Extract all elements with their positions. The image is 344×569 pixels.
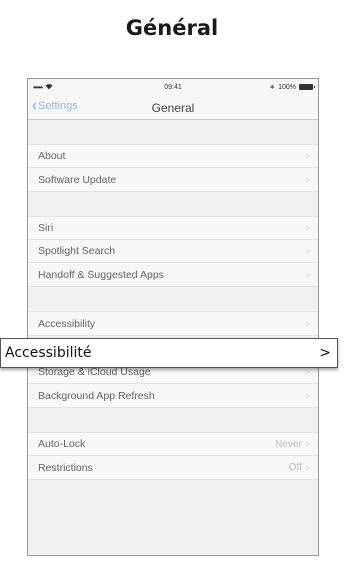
chevron-right-icon: > [319, 345, 331, 361]
row-background-refresh[interactable]: Background App Refresh > [28, 384, 318, 407]
phone-screen: ••••• 09:41 ∗ 100% ‹ Settings General Ab… [27, 78, 319, 556]
battery-percent: 100% [278, 83, 296, 91]
chevron-right-icon: > [304, 151, 310, 161]
nav-title: General [151, 101, 195, 115]
row-label: Siri [38, 222, 54, 234]
row-value: Never [275, 438, 302, 450]
chevron-right-icon: > [304, 223, 310, 233]
row-label: Background App Refresh [38, 389, 155, 402]
row-label: Restrictions [38, 461, 93, 474]
settings-group-info: About > Software Update > [28, 144, 318, 192]
row-restrictions[interactable]: Restrictions Off > [28, 456, 318, 479]
row-label: Handoff & Suggested Apps [38, 268, 164, 281]
page-title: Général [125, 16, 219, 40]
settings-group-accessibility: Accessibility > [28, 311, 318, 336]
row-auto-lock[interactable]: Auto-Lock Never > [28, 433, 318, 456]
chevron-right-icon: > [304, 367, 310, 377]
status-bar: ••••• 09:41 ∗ 100% [28, 79, 318, 95]
chevron-right-icon: > [304, 390, 310, 401]
row-software-update[interactable]: Software Update > [28, 168, 318, 191]
accessibility-callout[interactable]: Accessibilité > [0, 338, 338, 368]
row-label: About [38, 150, 66, 162]
row-label: Auto-Lock [38, 438, 86, 450]
row-spotlight-search[interactable]: Spotlight Search > [28, 240, 318, 263]
settings-group-search: Siri > Spotlight Search > Handoff & Sugg… [28, 216, 318, 287]
row-label: Accessibility [38, 317, 96, 330]
row-label: Software Update [38, 173, 117, 186]
status-time: 09:41 [164, 83, 182, 91]
chevron-right-icon: > [304, 269, 310, 280]
row-value: Off [288, 462, 302, 473]
battery-icon [299, 84, 315, 90]
row-accessibility[interactable]: Accessibility > [28, 312, 318, 335]
chevron-right-icon: > [304, 439, 310, 449]
signal-dots-icon: ••••• [33, 82, 43, 92]
settings-group-lock: Auto-Lock Never > Restrictions Off > [28, 432, 318, 480]
bluetooth-icon: ∗ [269, 84, 276, 91]
row-label: Spotlight Search [38, 245, 116, 257]
row-handoff[interactable]: Handoff & Suggested Apps > [28, 263, 318, 286]
chevron-right-icon: > [304, 174, 310, 185]
row-about[interactable]: About > [28, 145, 318, 168]
chevron-right-icon: > [304, 318, 310, 329]
callout-label: Accessibilité [5, 345, 92, 361]
wifi-icon [45, 83, 53, 92]
chevron-right-icon: > [304, 246, 310, 256]
navigation-bar: ‹ Settings General [28, 95, 318, 120]
chevron-right-icon: > [304, 462, 310, 473]
row-siri[interactable]: Siri > [28, 217, 318, 240]
